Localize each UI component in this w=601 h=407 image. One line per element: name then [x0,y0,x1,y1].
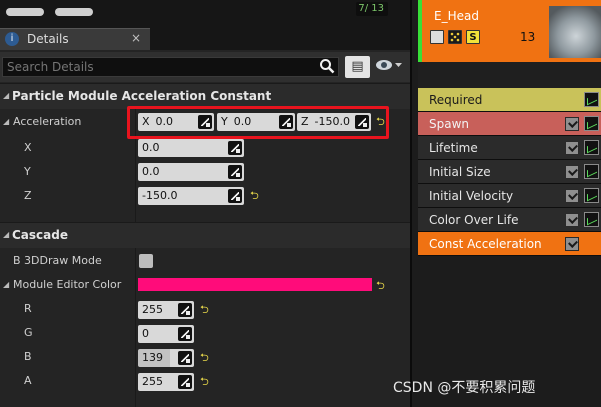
module-enable-checkbox[interactable] [565,189,579,203]
module-item[interactable]: Initial Velocity [418,184,601,208]
magnifier-icon[interactable] [319,58,337,76]
curve-graph-icon[interactable] [584,116,599,131]
b-value: 139 [142,351,163,364]
g-field[interactable]: 0 [138,325,194,343]
module-item-label: Initial Velocity [429,189,514,203]
drag-arrow-icon[interactable] [178,351,192,365]
prop-3ddraw-mode-label: B 3DDraw Mode [13,254,102,267]
frame-counter: 7/ 13 [356,2,388,16]
drag-arrow-icon[interactable] [178,303,192,317]
module-enable-checkbox[interactable] [565,117,579,131]
b-field[interactable]: 139 [138,349,194,367]
prop-acceleration-label: Acceleration [13,115,82,128]
emitter-panel: E_Head S 13 Required Spawn Lifetime Initial… [410,0,601,407]
curve-graph-icon[interactable] [584,164,599,179]
module-item[interactable]: Lifetime [418,136,601,160]
toolbar-pill-2[interactable] [55,8,93,16]
prop-g: G [0,321,410,345]
prop-z-label: Z [24,189,32,202]
drag-arrow-icon[interactable] [178,327,192,341]
g-value: 0 [142,327,149,340]
y-value: 0.0 [142,165,160,178]
section-cascade-header[interactable]: ◢ Cascade [0,222,410,248]
collapse-arrow-icon[interactable]: ◢ [3,230,9,239]
module-enable-checkbox[interactable] [565,237,579,251]
reset-to-default-icon[interactable]: ⮌ [200,352,212,364]
module-item-label: Required [429,93,483,107]
curve-graph-icon[interactable] [584,212,599,227]
x-value: 0.0 [142,141,160,154]
search-input[interactable] [2,57,339,77]
reset-to-default-icon[interactable]: ⮌ [200,376,212,388]
collapse-arrow-icon[interactable]: ◢ [3,91,9,100]
module-item[interactable]: Const Acceleration [418,232,601,256]
curve-graph-icon[interactable] [584,92,599,107]
module-item-label: Lifetime [429,141,478,155]
reset-to-default-icon[interactable]: ⮌ [200,304,212,316]
tab-details[interactable]: i Details × [0,28,150,50]
module-enable-checkbox[interactable] [565,213,579,227]
y-field[interactable]: 0.0 [138,163,244,181]
tab-details-label: Details [27,32,69,46]
solo-icon[interactable]: S [466,30,480,44]
module-editor-color-swatch[interactable] [138,278,372,291]
drag-arrow-icon[interactable] [178,375,192,389]
section-accel-title: Particle Module Acceleration Constant [12,89,272,103]
section-cascade-title: Cascade [12,228,68,242]
a-field[interactable]: 255 [138,373,194,391]
prop-x-label: X [24,141,32,154]
expand-arrow-icon[interactable]: ◢ [3,117,9,126]
r-field[interactable]: 255 [138,301,194,319]
eye-icon[interactable] [375,58,405,76]
x-field[interactable]: 0.0 [138,139,244,157]
reset-to-default-icon[interactable]: ⮌ [250,190,262,202]
module-item[interactable]: Initial Size [418,160,601,184]
z-field[interactable]: -150.0 [138,187,244,205]
details-panel: 7/ 13 i Details × ▤ ◢ Particle Module Ac… [0,0,410,407]
drag-arrow-icon[interactable] [228,141,242,155]
prop-b-label: B [24,350,32,363]
prop-g-label: G [24,326,33,339]
curve-graph-icon[interactable] [584,140,599,155]
prop-y-label: Y [24,165,31,178]
expand-arrow-icon[interactable]: ◢ [3,280,9,289]
toolbar-pill-1[interactable] [6,8,44,16]
module-item-label: Color Over Life [429,213,519,227]
prop-3ddraw-mode: B 3DDraw Mode [0,249,410,273]
emitter-count: 13 [520,30,536,44]
module-item[interactable]: Color Over Life [418,208,601,232]
r-value: 255 [142,303,163,316]
emitter-enabled-bar [418,0,422,62]
prop-a-label: A [24,374,32,387]
top-toolbar: 7/ 13 [0,0,410,28]
magnifier-info-icon: i [5,32,19,46]
prop-r-label: R [24,302,32,315]
grid-list-icon[interactable]: ▤ [345,56,370,78]
emitter-spacer [418,62,601,90]
module-enable-checkbox[interactable] [565,141,579,155]
module-item-label: Const Acceleration [429,237,542,251]
a-value: 255 [142,375,163,388]
emitter-header[interactable]: E_Head S 13 [418,0,601,62]
module-item[interactable]: Spawn [418,112,601,136]
curve-graph-icon[interactable] [584,188,599,203]
3ddraw-mode-checkbox[interactable] [139,254,153,268]
reset-to-default-icon[interactable]: ⮌ [376,280,388,292]
drag-arrow-icon[interactable] [228,165,242,179]
highlight-annotation-box [127,106,389,139]
checkbox-icon[interactable] [430,30,444,44]
module-item-label: Spawn [429,117,470,131]
close-icon[interactable]: × [131,31,141,45]
prop-module-editor-color-label: Module Editor Color [13,278,122,291]
module-item[interactable]: Required [418,88,601,112]
module-item-label: Initial Size [429,165,491,179]
watermark: CSDN @不要积累问题 [393,380,536,396]
z-value: -150.0 [142,189,178,202]
dots-icon[interactable] [448,30,462,44]
emitter-name: E_Head [434,9,479,23]
module-enable-checkbox[interactable] [565,165,579,179]
drag-arrow-icon[interactable] [228,189,242,203]
emitter-thumbnail [549,6,601,58]
